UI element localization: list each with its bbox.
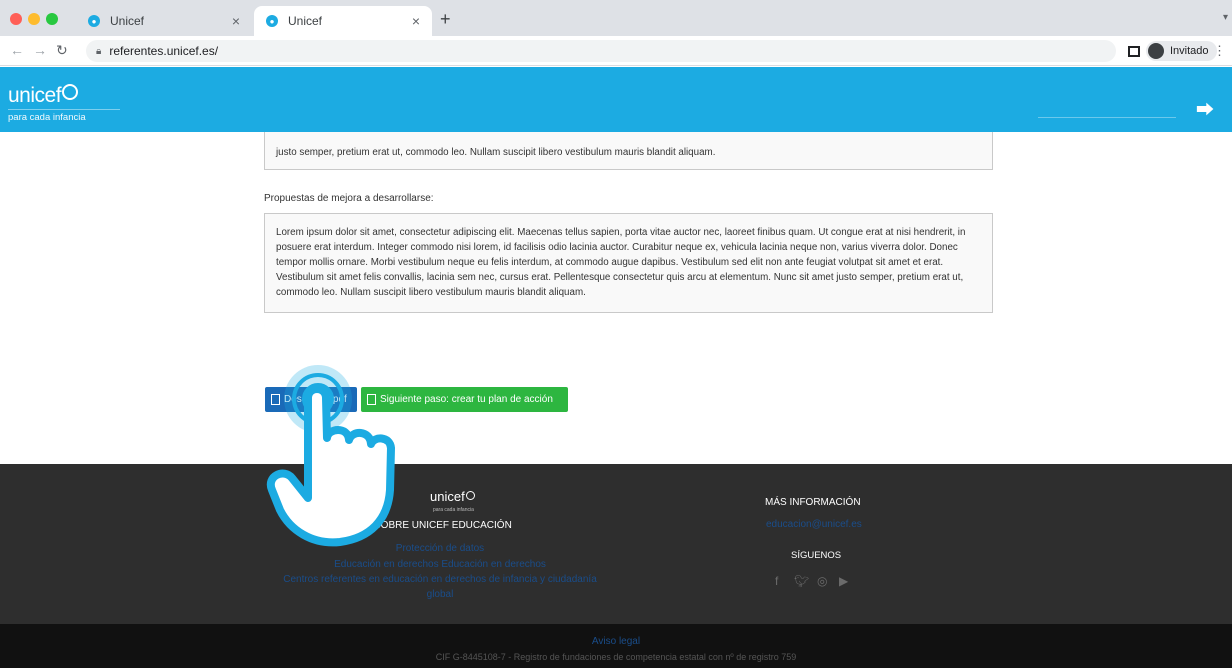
more-info-heading: MÁS INFORMACIÓN	[765, 497, 861, 508]
pdf-document-icon	[271, 394, 280, 405]
url-text: referentes.unicef.es/	[109, 44, 219, 58]
maximize-window-button[interactable]	[46, 13, 58, 25]
unicef-globe-icon	[62, 84, 79, 100]
logo-tagline: para cada infancia	[8, 109, 120, 123]
registration-text: CIF G-8445108-7 - Registro de fundacione…	[435, 652, 797, 662]
footer-link-data-protection[interactable]: Protección de datos	[270, 543, 610, 554]
download-pdf-button[interactable]: Descargar pdf	[265, 387, 357, 412]
contact-email-link[interactable]: educacion@unicef.es	[766, 519, 862, 530]
tab-close-icon[interactable]: ×	[412, 13, 420, 29]
instagram-icon[interactable]: ◎	[817, 574, 827, 588]
text-box-content: Lorem ipsum dolor sit amet, consectetur …	[276, 227, 966, 298]
unicef-favicon-icon: ●	[266, 15, 278, 27]
footer-unicef-logo[interactable]: unicef	[430, 489, 475, 504]
side-panel-icon[interactable]	[1128, 46, 1140, 57]
facebook-icon[interactable]: f	[775, 574, 778, 588]
reload-icon[interactable]: ↻	[56, 42, 68, 59]
new-tab-button[interactable]: +	[440, 9, 451, 30]
unicef-globe-icon	[465, 491, 475, 500]
header-divider	[1038, 117, 1176, 118]
back-arrow-icon[interactable]: ←	[10, 42, 24, 58]
profile-label: Invitado	[1170, 45, 1209, 57]
footer-link-rights-education[interactable]: Educación en derechos Educación en derec…	[270, 559, 610, 570]
about-heading: SOBRE UNICEF EDUCACIÓN	[374, 520, 512, 531]
close-window-button[interactable]	[10, 13, 22, 25]
footer-link-global[interactable]: global	[270, 589, 610, 600]
text-box-previous: justo semper, pretium erat ut, commodo l…	[264, 132, 993, 170]
improvement-proposals-box: Lorem ipsum dolor sit amet, consectetur …	[264, 213, 993, 313]
youtube-icon[interactable]: ▶	[839, 574, 848, 588]
unicef-favicon-icon: ●	[88, 15, 100, 27]
logout-icon[interactable]: ⮕	[1196, 96, 1214, 122]
next-step-button[interactable]: Siguiente paso: crear tu plan de acción	[361, 387, 568, 412]
minimize-window-button[interactable]	[28, 13, 40, 25]
tab-title: Unicef	[288, 14, 323, 28]
browser-tab[interactable]: ● Unicef ×	[76, 6, 252, 36]
next-step-label: Siguiente paso: crear tu plan de acción	[380, 394, 553, 405]
section-label: Propuestas de mejora a desarrollarse:	[264, 193, 434, 204]
tab-search-chevron-icon[interactable]: ▾	[1223, 12, 1228, 23]
logo-wordmark: unicef	[8, 84, 62, 107]
profile-button[interactable]: Invitado	[1146, 41, 1217, 61]
site-header	[0, 67, 1232, 132]
download-pdf-label: Descargar pdf	[284, 394, 347, 405]
footer-link-reference-centers[interactable]: Centros referentes en educación en derec…	[270, 574, 610, 585]
browser-menu-icon[interactable]: ⋮	[1213, 43, 1226, 59]
twitter-icon[interactable]: 🐦︎	[794, 574, 809, 588]
document-icon	[367, 394, 376, 405]
browser-tab-active[interactable]: ● Unicef ×	[254, 6, 432, 36]
lock-icon: 🔒︎	[96, 45, 102, 57]
forward-arrow-icon[interactable]: →	[33, 42, 47, 58]
browser-toolbar: ← → ↻ 🔒︎ referentes.unicef.es/ Invitado …	[0, 36, 1232, 66]
site-footer	[0, 464, 1232, 624]
footer-logo-wordmark: unicef	[430, 489, 465, 504]
follow-heading: SÍGUENOS	[791, 550, 842, 561]
unicef-logo[interactable]: unicef para cada infancia	[8, 84, 120, 123]
tab-close-icon[interactable]: ×	[232, 13, 240, 29]
browser-tab-bar: ● Unicef × ● Unicef × + ▾	[0, 0, 1232, 36]
footer-logo-tagline: para cada infancia	[433, 507, 474, 513]
tab-title: Unicef	[110, 14, 145, 28]
guest-avatar-icon	[1148, 43, 1164, 59]
address-bar[interactable]: 🔒︎ referentes.unicef.es/	[86, 40, 1116, 62]
text-box-content: justo semper, pretium erat ut, commodo l…	[276, 147, 716, 158]
legal-notice-link[interactable]: Aviso legal	[0, 636, 1232, 647]
